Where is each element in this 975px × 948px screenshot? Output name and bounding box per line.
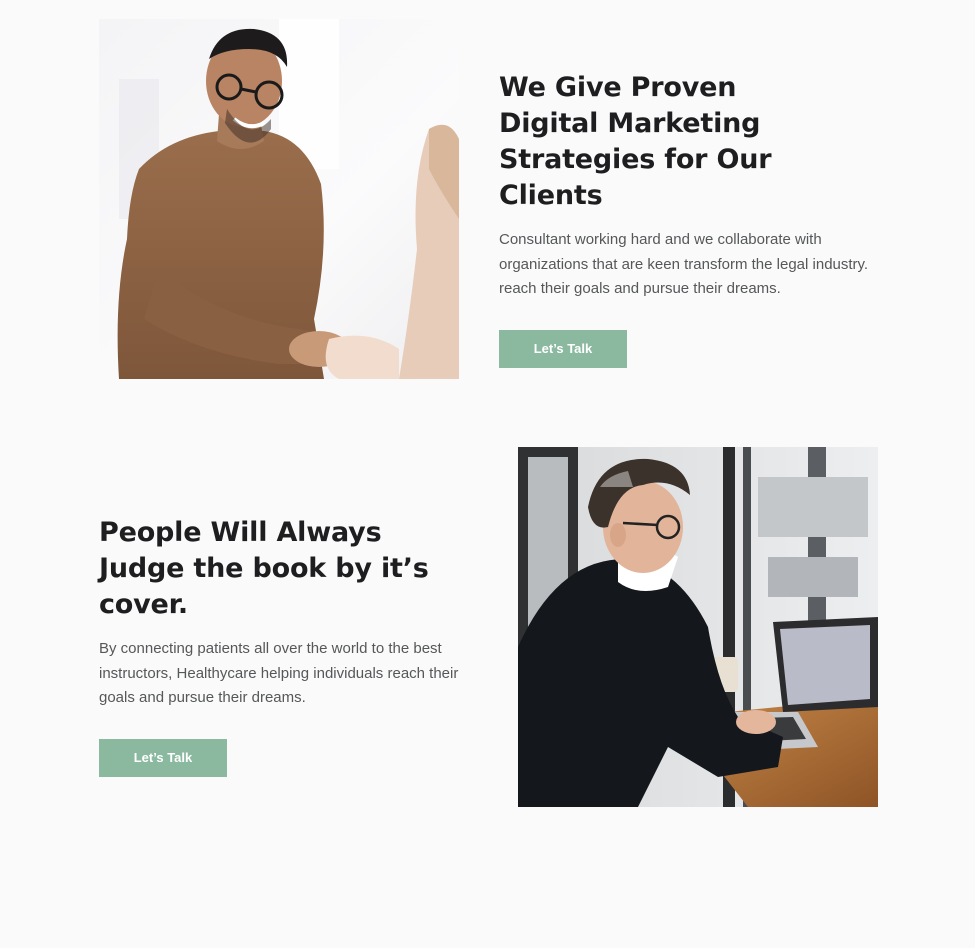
lets-talk-button[interactable]: Let’s Talk <box>99 738 227 777</box>
section-description: Consultant working hard and we collabora… <box>499 231 869 297</box>
feature-section-judge: People Will Always Judge the book by it’… <box>0 400 975 830</box>
feature-section-marketing: We Give Proven Digital Marketing Strateg… <box>0 0 975 400</box>
lets-talk-button[interactable]: Let’s Talk <box>499 329 627 368</box>
section-description: By connecting patients all over the worl… <box>99 640 459 706</box>
laptop-man-photo <box>518 447 878 807</box>
handshake-photo <box>99 19 459 379</box>
section-heading: We Give Proven Digital Marketing Strateg… <box>499 72 772 211</box>
section-heading: People Will Always Judge the book by it’… <box>99 517 429 620</box>
marketing-text-block: We Give Proven Digital Marketing Strateg… <box>499 70 879 368</box>
judge-text-block: People Will Always Judge the book by it’… <box>99 515 479 777</box>
